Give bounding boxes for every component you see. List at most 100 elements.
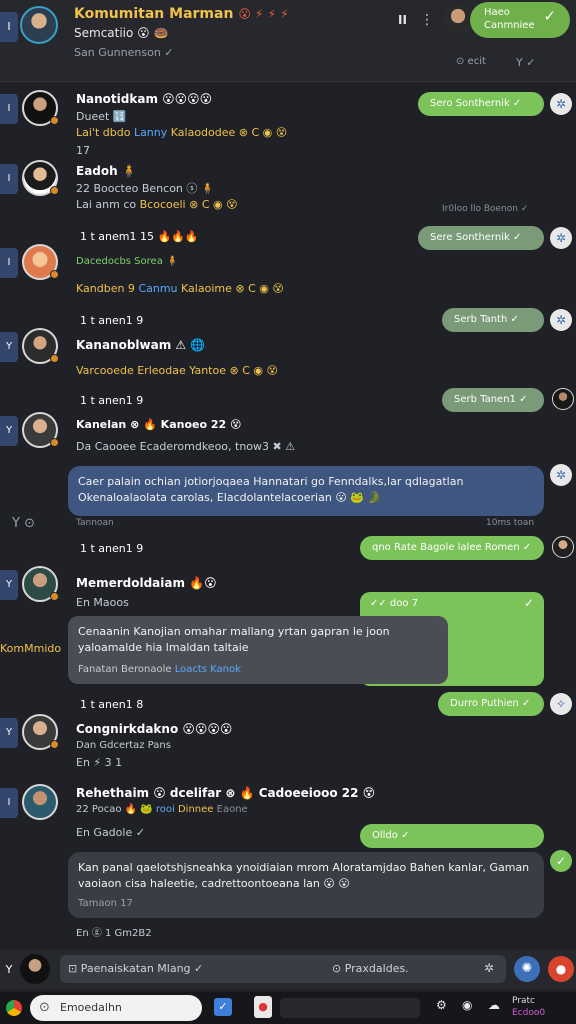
taskbar: ⊙ Emoedalhn ✓ ● ⚙ ◉ ☁ Pratc Ecdoo0 — [0, 992, 576, 1024]
user-avatar[interactable] — [20, 954, 50, 984]
contact-avatar[interactable] — [552, 388, 574, 410]
record-button[interactable]: ● — [548, 956, 574, 982]
more-options-icon[interactable]: ⋮ — [420, 12, 434, 28]
reply-button[interactable]: Y — [0, 718, 18, 748]
sent-media-caption: ✓✓ doo 7 — [370, 598, 419, 609]
sent-message-pill[interactable]: Sero Sonthernik ✓ — [418, 92, 544, 116]
search-icon: ⊙ — [39, 1000, 50, 1015]
date-separator: 1 t anen1 9 — [80, 542, 144, 555]
reaction-icon[interactable]: ✲ — [550, 93, 572, 115]
date-separator: 1 t anem1 15 🔥🔥🔥 — [80, 230, 199, 243]
sent-message-pill[interactable]: Serb Tanen1 ✓ — [442, 388, 544, 412]
app-icon[interactable]: ● — [254, 996, 272, 1018]
date-separator: 1 t anen1 9 — [80, 314, 144, 327]
emoji-button[interactable]: ⊙ Praxdaldes. — [332, 962, 409, 975]
message-time: 10ms toan — [486, 518, 535, 528]
message-line: 17 — [76, 144, 90, 157]
check-icon: ✓ — [543, 7, 556, 25]
chat-icon[interactable]: ◉ — [462, 998, 472, 1012]
check-icon: ✓ — [523, 596, 534, 610]
chat-title-text: Komumitan Marman — [74, 6, 234, 22]
message-line: En ⓖ 1 Gm2B2 — [76, 928, 152, 939]
side-filter-icons[interactable]: Y ⊙ — [12, 516, 35, 531]
reaction-icon[interactable]: ✲ — [550, 464, 572, 486]
settings-icon[interactable]: ⚙ — [436, 998, 447, 1012]
app-icon[interactable]: ✓ — [214, 998, 232, 1016]
taskbar-window[interactable] — [280, 998, 420, 1018]
taskbar-search[interactable]: ⊙ Emoedalhn — [30, 995, 202, 1021]
avatar[interactable] — [22, 784, 58, 820]
message-line: Dueet 🔢 — [76, 110, 127, 123]
attach-icon[interactable]: ✲ — [484, 961, 494, 975]
send-button[interactable]: ✺ — [514, 956, 540, 982]
message-meta: Ir0loo llo Boenon ✓ — [442, 204, 529, 214]
message-line: En Maoos — [76, 596, 129, 609]
reply-button[interactable]: Y — [0, 416, 18, 446]
message-composer: Y ⊡ Paenaiskatan Mlang ✓ ⊙ Praxdaldes. ✲… — [0, 950, 576, 990]
back-button[interactable]: I — [0, 12, 18, 42]
filter-tool[interactable]: Y ✓ — [516, 56, 535, 69]
sent-message-pill[interactable]: Serb Tanth ✓ — [442, 308, 544, 332]
message-line: Varcooede Erleodae Yantoe ⊗ C ◉ 😵 — [76, 364, 278, 377]
clock[interactable]: Pratc Ecdoo0 — [512, 995, 545, 1019]
message-line: 22 Boocteo Bencon ⓢ 🧍 — [76, 182, 215, 195]
message-row: 1 t anen1 8 Durro Puthien ✓ ✧ Y Congnirk… — [0, 692, 576, 778]
message-time: Tannoan — [76, 518, 114, 528]
message-row: I 1 t anem1 15 🔥🔥🔥 Dacedocbs Sorea 🧍 Kan… — [0, 224, 576, 304]
message-bubble[interactable]: Cenaanin Kanojian omahar mallang yrtan g… — [68, 616, 448, 684]
message-time: Tamaon 17 — [78, 898, 133, 909]
contact-avatar[interactable] — [443, 4, 473, 34]
message-line: En ⚡ 3 1 — [76, 756, 123, 769]
reaction-icon[interactable]: ✧ — [550, 693, 572, 715]
message-line: Lai anm co Bcocoeli ⊗ C ◉ 😵 — [76, 198, 238, 211]
header-pill-line1: Haeo — [484, 7, 510, 18]
message-line: Lai't dbdo Lanny Kalaododee ⊗ C ◉ 😵 — [76, 126, 288, 139]
reaction-icon[interactable]: ✲ — [550, 227, 572, 249]
start-icon[interactable] — [6, 1000, 22, 1016]
group-avatar[interactable] — [20, 6, 58, 44]
message-row: I Nanotidkam 😮😮😮😮 Dueet 🔢 Lai't dbdo Lan… — [0, 88, 576, 160]
message-line: En Gadole ✓ — [76, 826, 145, 839]
sender-name: Kananoblwam ⚠ 🌐 — [76, 338, 206, 352]
contact-avatar[interactable] — [552, 536, 574, 558]
reply-button[interactable]: I — [0, 788, 18, 818]
status-dot — [50, 354, 59, 363]
chat-header: I Komumitan Marman 😮 ⚡ ⚡ ⚡ Semcatiio 😮 🍩… — [0, 0, 576, 82]
sent-message-pill[interactable]: Sere Sonthernik ✓ — [418, 226, 544, 250]
status-dot — [50, 438, 59, 447]
reply-button[interactable]: I — [0, 94, 18, 124]
reply-button[interactable]: I — [0, 248, 18, 278]
sender-name: Rehethaim 😮 dcelifar ⊗ 🔥 Cadoeeiooo 22 😵 — [76, 786, 376, 800]
pause-icon[interactable]: II — [398, 13, 407, 27]
message-line: Dan Gdcertaz Pans — [76, 740, 171, 751]
chat-subtitle: Semcatiio 😮 🍩 — [74, 26, 169, 40]
header-status-pill[interactable]: Haeo Canmniee ✓ — [470, 2, 570, 38]
message-bubble[interactable]: Caer palain ochian jotiorjoqaea Hannatar… — [68, 466, 544, 516]
sent-message-pill[interactable]: qno Rate Bagole lalee Romen ✓ — [360, 536, 544, 560]
side-label: KomMmido — [0, 642, 62, 655]
edit-tool[interactable]: ⊙ ecit — [456, 56, 486, 67]
message-row: Y 1 t anen1 9 Kanelan ⊗ 🔥 Kanoeo 22 😵 Da… — [0, 388, 576, 462]
sender-name: Eadoh 🧍 — [76, 164, 137, 178]
reply-button[interactable]: I — [0, 164, 18, 194]
status-dot — [50, 116, 59, 125]
date-separator: 1 t anen1 9 — [80, 394, 144, 407]
reply-button[interactable]: Y — [0, 570, 18, 600]
message-row: I Rehethaim 😮 dcelifar ⊗ 🔥 Cadoeeiooo 22… — [0, 780, 576, 848]
reaction-icon[interactable]: ✓ — [550, 850, 572, 872]
input-placeholder: ⊡ Paenaiskatan Mlang ✓ — [68, 962, 204, 975]
sent-message-pill[interactable]: Olldo ✓ — [360, 824, 544, 848]
message-input[interactable]: ⊡ Paenaiskatan Mlang ✓ ⊙ Praxdaldes. ✲ — [60, 955, 506, 983]
message-line: Kandben 9 Canmu Kalaoime ⊗ C ◉ 😵 — [76, 282, 284, 295]
network-icon[interactable]: ☁ — [488, 998, 500, 1012]
message-text: Cenaanin Kanojian omahar mallang yrtan g… — [78, 625, 390, 654]
composer-back-button[interactable]: Y — [0, 956, 18, 984]
message-line: 22 Pocao 🔥 🐸 rooi Dinnee Eaone — [76, 804, 248, 815]
reply-button[interactable]: Y — [0, 332, 18, 362]
chat-status: San Gunnenson ✓ — [74, 46, 174, 59]
sent-message-pill[interactable]: Durro Puthien ✓ — [438, 692, 544, 716]
header-pill-line2: Canmniee — [484, 20, 535, 31]
message-bubble[interactable]: Kan panal qaelotshjsneahka ynoidiaian mr… — [68, 852, 544, 918]
message-footer: Fanatan Beronaole Loacts Kanok — [78, 664, 241, 675]
reaction-icon[interactable]: ✲ — [550, 309, 572, 331]
